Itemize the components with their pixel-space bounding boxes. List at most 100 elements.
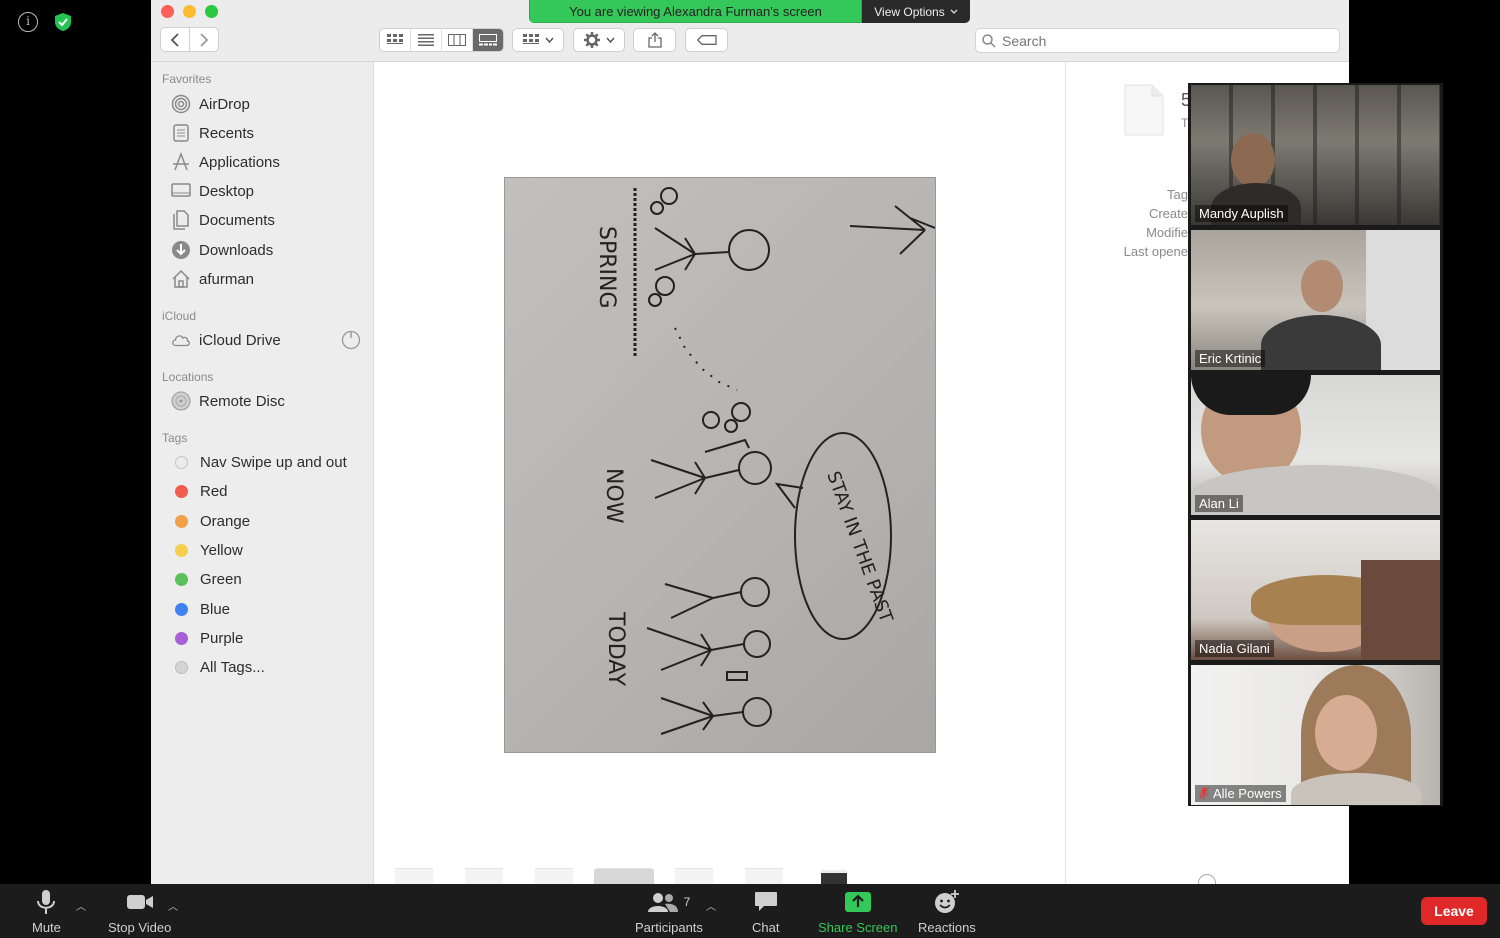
icon-view-button[interactable]: [380, 29, 410, 51]
downloads-icon: [171, 240, 191, 260]
tag-color-dot: [175, 602, 188, 616]
stop-video-button[interactable]: Stop Video: [108, 888, 171, 935]
group-by-button[interactable]: [512, 28, 564, 52]
locations-heading: Locations: [162, 370, 214, 384]
gallery-thumbnail[interactable]: [675, 868, 713, 884]
view-options-button[interactable]: View Options: [862, 0, 970, 23]
video-tile[interactable]: Alan Li: [1191, 375, 1440, 515]
gallery-thumbnail-selected[interactable]: [594, 868, 654, 884]
participant-name-label: Nadia Gilani: [1195, 640, 1274, 657]
participants-button[interactable]: 7 Participants: [635, 888, 703, 935]
navigation-buttons: [160, 27, 219, 52]
stop-video-label: Stop Video: [108, 920, 172, 935]
leave-meeting-button[interactable]: Leave: [1421, 897, 1487, 925]
gallery-icon: [479, 34, 497, 46]
sidebar-tag-green[interactable]: Green: [171, 568, 242, 590]
video-tile[interactable]: Alle Powers: [1191, 665, 1440, 805]
reactions-button[interactable]: Reactions: [918, 888, 976, 935]
sidebar-item-label: Orange: [200, 512, 251, 530]
desktop-icon: [171, 181, 191, 201]
sidebar-item-documents[interactable]: Documents: [171, 209, 275, 231]
gallery-thumbnail[interactable]: [395, 868, 433, 884]
sidebar-tag-blue[interactable]: Blue: [171, 598, 230, 620]
sidebar-item-label: AirDrop: [199, 95, 250, 113]
gear-icon: [583, 32, 600, 48]
audio-options-caret[interactable]: ︿: [76, 898, 86, 913]
video-tile[interactable]: Eric Krtinic: [1191, 230, 1440, 370]
info-created-label: Create: [1148, 206, 1188, 221]
sidebar-tag-red[interactable]: Red: [171, 480, 228, 502]
chevron-down-icon: [544, 37, 554, 43]
search-input[interactable]: [1002, 32, 1302, 49]
tag-color-dot: [175, 484, 188, 498]
sidebar-item-label: All Tags...: [200, 658, 265, 676]
sidebar-item-label: iCloud Drive: [199, 331, 281, 349]
minimize-window-button[interactable]: [183, 5, 196, 18]
video-options-caret[interactable]: ︿: [168, 898, 178, 913]
search-field[interactable]: [975, 28, 1340, 53]
group-grid-icon: [522, 34, 539, 44]
list-view-button[interactable]: [410, 29, 441, 51]
forward-button[interactable]: [189, 28, 218, 51]
column-view-button[interactable]: [441, 29, 472, 51]
action-menu-button[interactable]: [573, 28, 625, 52]
favorites-heading: Favorites: [162, 72, 212, 86]
sidebar-item-remote-disc[interactable]: Remote Disc: [171, 390, 285, 412]
muted-microphone-icon: [1199, 787, 1209, 800]
participant-name-label: Alan Li: [1195, 495, 1243, 512]
edit-tags-button[interactable]: [685, 28, 728, 52]
sidebar-item-recents[interactable]: Recents: [171, 122, 254, 144]
columns-icon: [448, 34, 466, 46]
sidebar-tag-orange[interactable]: Orange: [171, 510, 250, 532]
sidebar-item-label: Purple: [200, 629, 244, 647]
sidebar-item-applications[interactable]: Applications: [171, 151, 280, 173]
encryption-shield-icon[interactable]: [52, 11, 74, 33]
meeting-info-icon[interactable]: i: [18, 12, 38, 32]
share-screen-button[interactable]: Share Screen: [818, 888, 898, 935]
video-tile[interactable]: Nadia Gilani: [1191, 520, 1440, 660]
gallery-preview-area: SPRING NOW TODAY STAY IN THE PAST: [375, 62, 1065, 884]
gallery-thumbnail-dark[interactable]: [821, 870, 847, 884]
share-screen-icon: [844, 892, 871, 912]
tag-color-dot: [175, 660, 188, 674]
sidebar-all-tags[interactable]: All Tags...: [171, 656, 265, 678]
drawing-preview-image[interactable]: SPRING NOW TODAY STAY IN THE PAST: [505, 178, 936, 752]
grid-icon: [387, 34, 403, 44]
video-camera-icon: [126, 895, 153, 909]
gallery-thumbnail[interactable]: [745, 868, 783, 884]
sidebar-tag-nav-swipe[interactable]: Nav Swipe up and out: [171, 451, 347, 473]
sidebar-item-label: afurman: [199, 270, 255, 288]
search-icon: [982, 33, 996, 48]
participants-options-caret[interactable]: ︿: [706, 898, 716, 913]
document-file-icon: [1124, 84, 1164, 136]
chevron-left-icon: [170, 32, 179, 47]
view-mode-selector: [379, 28, 504, 52]
sidebar-tag-yellow[interactable]: Yellow: [171, 539, 243, 561]
sidebar-item-downloads[interactable]: Downloads: [171, 239, 273, 261]
close-window-button[interactable]: [161, 5, 174, 18]
share-button[interactable]: [633, 28, 676, 52]
gallery-view-button[interactable]: [472, 29, 503, 51]
back-button[interactable]: [161, 28, 189, 51]
sidebar-item-home[interactable]: afurman: [171, 268, 254, 290]
zoom-window-button[interactable]: [205, 5, 218, 18]
info-more-icon[interactable]: [1198, 874, 1216, 884]
video-tile[interactable]: Mandy Auplish: [1191, 85, 1440, 225]
sidebar-item-label: Nav Swipe up and out: [200, 453, 347, 471]
sidebar-item-icloud-drive[interactable]: iCloud Drive: [171, 329, 366, 351]
sidebar-item-label: Applications: [199, 153, 280, 171]
sidebar-item-label: Blue: [200, 600, 231, 618]
gallery-thumbnail[interactable]: [465, 868, 503, 884]
tags-heading: Tags: [162, 431, 188, 445]
gallery-thumbnail[interactable]: [535, 868, 573, 884]
participants-icon: [647, 893, 678, 912]
chevron-right-icon: [200, 32, 209, 47]
sidebar-item-airdrop[interactable]: AirDrop: [171, 93, 250, 115]
sidebar-tag-purple[interactable]: Purple: [171, 627, 243, 649]
drawing-label-today: TODAY: [603, 611, 628, 687]
screen-share-banner: You are viewing Alexandra Furman's scree…: [529, 0, 970, 23]
chat-button[interactable]: Chat: [752, 888, 779, 935]
sidebar-item-desktop[interactable]: Desktop: [171, 180, 254, 202]
participants-label: Participants: [635, 920, 703, 935]
mute-button[interactable]: Mute: [32, 888, 61, 935]
